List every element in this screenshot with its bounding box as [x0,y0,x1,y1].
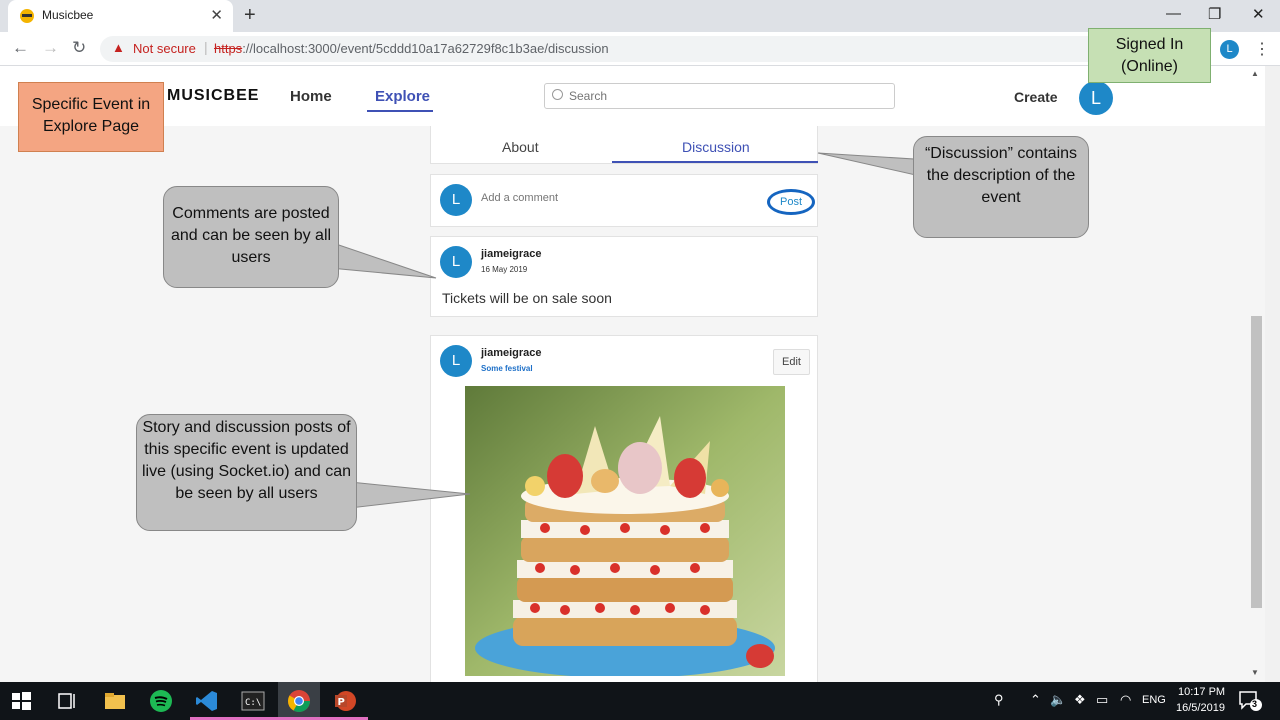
create-button[interactable]: Create [1014,89,1058,105]
cake-illustration [465,386,785,676]
address-bar[interactable]: ▲ Not secure | https://localhost:3000/ev… [100,36,1210,62]
tab-about[interactable]: About [502,139,539,155]
edit-button[interactable]: Edit [773,349,810,375]
musicbee-logo[interactable]: MUSICBEE [167,87,259,105]
svg-text:P: P [338,697,345,708]
user-avatar[interactable]: L [1079,81,1113,115]
dropbox-icon[interactable]: ❖ [1074,692,1086,708]
language-indicator[interactable]: ENG [1142,694,1166,706]
tab-close-icon[interactable]: ✕ [210,6,223,24]
page-scrollbar-thumb[interactable] [1251,316,1262,608]
story-cake-image [465,386,785,676]
comment-text: Tickets will be on sale soon [442,290,612,306]
post-button[interactable]: Post [767,189,815,215]
comment-avatar: L [440,246,472,278]
new-tab-button[interactable]: + [244,4,256,27]
clock-time[interactable]: 10:17 PM [1178,686,1225,698]
warning-icon: ▲ [112,40,125,55]
forward-arrow-icon[interactable]: → [42,38,59,58]
battery-icon[interactable]: ▭ [1096,692,1108,708]
omnibox-divider: | [204,39,208,55]
svg-text:C:\: C:\ [245,698,261,708]
story-post: L jiameigrace Some festival Edit [430,335,818,695]
task-view-icon[interactable] [56,688,78,714]
active-tab-indicator [612,161,818,163]
scroll-down-arrow-icon[interactable]: ▼ [1251,668,1259,677]
scroll-up-arrow-icon[interactable]: ▲ [1251,69,1259,78]
tab-discussion[interactable]: Discussion [682,139,750,155]
search-icon [552,89,563,100]
windows-start-icon[interactable] [10,688,32,714]
notifications-icon[interactable] [1238,690,1262,712]
url-text[interactable]: https://localhost:3000/event/5cddd10a17a… [214,41,609,56]
people-icon[interactable]: ⚲ [994,692,1004,708]
story-username[interactable]: jiameigrace [481,347,542,359]
page-scrollbar-track[interactable] [1265,66,1280,682]
browser-profile-avatar[interactable]: L [1220,40,1239,59]
url-scheme: https [214,41,243,56]
notification-count: 3 [1252,699,1258,709]
comment-item: L jiameigrace 16 May 2019 Tickets will b… [430,236,818,317]
chrome-icon[interactable] [286,688,312,714]
annotation-discussion: “Discussion” contains the description of… [913,136,1089,238]
story-event-link[interactable]: Some festival [481,364,533,373]
app-header: MUSICBEE Home Explore Create L [0,66,1265,126]
back-arrow-icon[interactable]: ← [12,38,29,58]
annotation-signed-in: Signed In (Online) [1088,28,1211,83]
windows-taskbar: C:\ P ⚲ ⌃ 🔈 ❖ ▭ ◠ ENG 10:17 PM 16/5/2019… [0,682,1280,720]
annotation-explore-page: Specific Event in Explore Page [18,82,164,152]
not-secure-label[interactable]: Not secure [133,41,196,56]
url-path: ://localhost:3000/event/5cddd10a17a62729… [242,41,609,56]
browser-tab-title: Musicbee [42,8,94,22]
browser-tab[interactable]: Musicbee ✕ [8,0,233,32]
comment-composer: L Post [430,174,818,227]
annotation-story: Story and discussion posts of this speci… [136,414,357,531]
annotation-comments: Comments are posted and can be seen by a… [163,186,339,288]
file-explorer-icon[interactable] [102,688,128,714]
comment-username[interactable]: jiameigrace [481,248,542,260]
comment-input[interactable] [481,189,751,207]
search-input[interactable] [569,87,869,105]
search-box[interactable] [544,83,895,109]
reload-icon[interactable]: ↻ [72,38,86,58]
active-nav-indicator [367,110,433,112]
window-close-button[interactable]: ✕ [1252,5,1265,23]
powerpoint-icon[interactable]: P [332,688,358,714]
nav-home[interactable]: Home [290,88,332,105]
clock-date[interactable]: 16/5/2019 [1176,702,1225,714]
wifi-icon[interactable]: ◠ [1120,692,1131,708]
event-tabs: About Discussion [430,126,818,164]
volume-icon[interactable]: 🔈 [1050,692,1066,708]
story-avatar: L [440,345,472,377]
musicbee-favicon-icon [20,9,34,23]
minimize-button[interactable]: — [1166,5,1181,22]
terminal-icon[interactable]: C:\ [240,688,266,714]
comment-date: 16 May 2019 [481,265,528,274]
vscode-icon[interactable] [194,688,220,714]
nav-explore[interactable]: Explore [375,88,430,105]
browser-menu-icon[interactable]: ⋮ [1254,39,1270,59]
restore-button[interactable]: ❐ [1208,5,1221,23]
show-hidden-icons[interactable]: ⌃ [1030,692,1041,708]
composer-avatar: L [440,184,472,216]
spotify-icon[interactable] [148,688,174,714]
